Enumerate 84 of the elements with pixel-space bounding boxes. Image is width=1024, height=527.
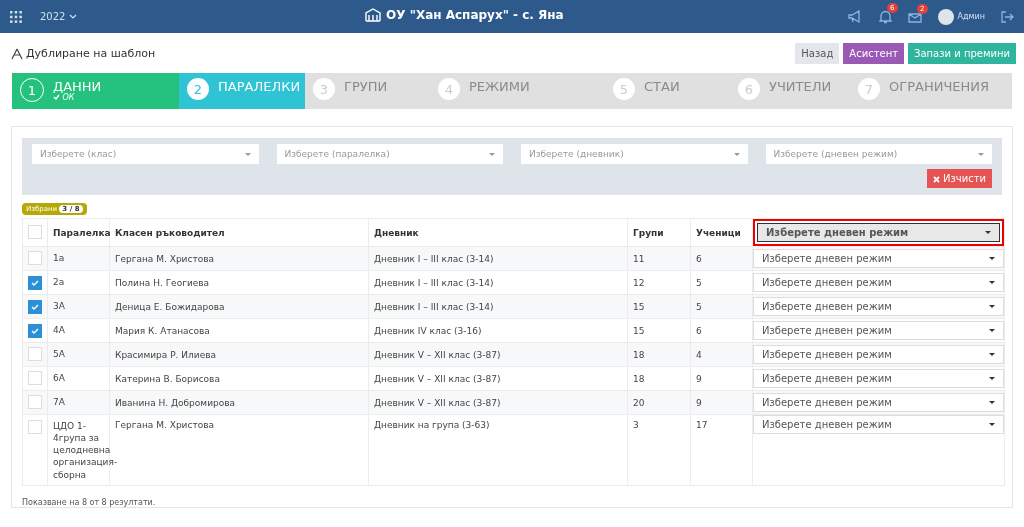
school-name: ОУ "Хан Аспарух" - с. Яна [386,8,564,22]
action-button[interactable]: Назад [795,43,840,64]
table-cell: Гергана М. Христова [115,253,214,264]
mode-dropdown[interactable]: Изберете дневен режим [753,321,1004,340]
table-cell: 4А [53,325,65,336]
filter-dropdown[interactable]: Изберете (клас) [32,144,259,164]
column-header: Класен ръководител [109,218,369,247]
row-checkbox[interactable] [28,299,42,314]
table-cell: Дневник IV клас (3-16) [374,325,482,336]
mode-dropdown[interactable]: Изберете дневен режим [753,415,1004,434]
table-cell: Красимира Р. Илиева [115,349,216,360]
table-cell: 2а [53,277,65,288]
filter-dropdown[interactable]: Изберете (дневен режим) [765,144,992,164]
envelope-icon[interactable] [907,10,922,23]
table-cell: 5А [53,349,65,360]
mode-dropdown[interactable]: Изберете дневен режим [753,345,1004,364]
clear-button[interactable]: Изчисти [926,169,992,188]
page-title: Дублиране на шаблон [26,47,156,60]
action-button[interactable]: Асистент [843,43,904,64]
chevron-down-icon [69,13,78,20]
table-cell: Дневник V – XII клас (3-87) [374,373,501,384]
table-cell: 4 [696,349,702,360]
row-checkbox[interactable] [28,323,42,338]
mode-dropdown[interactable]: Изберете дневен режим [753,297,1004,316]
logout-icon[interactable] [1001,10,1014,23]
mode-dropdown[interactable]: Изберете дневен режим [753,369,1004,388]
mode-dropdown[interactable]: Изберете дневен режим [753,273,1004,292]
table-cell: 6 [696,325,702,336]
table-cell: Дневник V – XII клас (3-87) [374,397,501,408]
table-cell: 15 [633,301,645,312]
column-header: Паралелка [47,218,110,247]
megaphone-icon[interactable] [847,10,863,23]
mode-dropdown[interactable]: Изберете дневен режим [757,223,1000,242]
filter-dropdown[interactable]: Изберете (паралелка) [276,144,503,164]
check-icon [31,327,39,334]
table-cell: Мария К. Атанасова [115,325,210,336]
results-summary: Показване на 8 от 8 резултати. [22,498,157,507]
check-icon [31,279,39,286]
table-cell: 12 [633,277,645,288]
table-cell: 20 [633,397,645,408]
table-cell: 3 [633,420,639,430]
check-icon [31,303,39,310]
apps-grid-icon[interactable] [10,10,22,23]
table-cell: 3А [53,301,65,312]
table-cell: Гергана М. Христова [115,420,214,430]
table-cell: Дневник V – XII клас (3-87) [374,349,501,360]
table-cell: Полина Н. Геогиева [115,277,210,288]
table-cell: Дневник на група (3-63) [374,420,490,430]
avatar-circle[interactable] [937,8,954,25]
table-cell: 15 [633,325,645,336]
table-cell: 1а [53,253,65,264]
action-button[interactable]: Запази и премини [908,43,1016,64]
table-cell: Дневник I – III клас (3-14) [374,253,494,264]
table-cell: 6 [696,253,702,264]
table-cell: 17 [696,420,708,430]
table-cell: 18 [633,349,645,360]
table-cell: 18 [633,373,645,384]
close-icon [932,176,940,183]
school-building-icon [365,8,381,22]
table-cell: 9 [696,373,702,384]
table-cell: 5 [696,301,702,312]
table-cell: Иванина Н. Добромирова [115,397,236,408]
table-cell: 9 [696,397,702,408]
row-checkbox[interactable] [28,275,42,290]
table-cell: Дневник I – III клас (3-14) [374,277,494,288]
user-name[interactable]: Админ [957,12,985,21]
table-cell: 11 [633,253,645,264]
table-cell: 6А [53,373,65,384]
compass-icon [11,47,23,60]
table-cell: Деница Е. Божидарова [115,301,225,312]
column-header: Ученици [690,218,753,247]
table-cell: Катерина В. Борисова [115,373,220,384]
check-icon [53,94,60,101]
mode-dropdown[interactable]: Изберете дневен режим [753,393,1004,412]
table-cell: 5 [696,277,702,288]
bell-icon[interactable] [878,9,892,24]
year-selector[interactable]: 2022 [40,11,78,22]
table-cell: Дневник I – III клас (3-14) [374,301,494,312]
mode-dropdown[interactable]: Изберете дневен режим [753,249,1004,268]
column-header: Дневник [368,218,628,247]
filter-dropdown[interactable]: Изберете (дневник) [521,144,748,164]
column-header: Групи [627,218,691,247]
select-all-checkbox[interactable] [28,224,42,239]
table-cell: 7А [53,397,65,408]
